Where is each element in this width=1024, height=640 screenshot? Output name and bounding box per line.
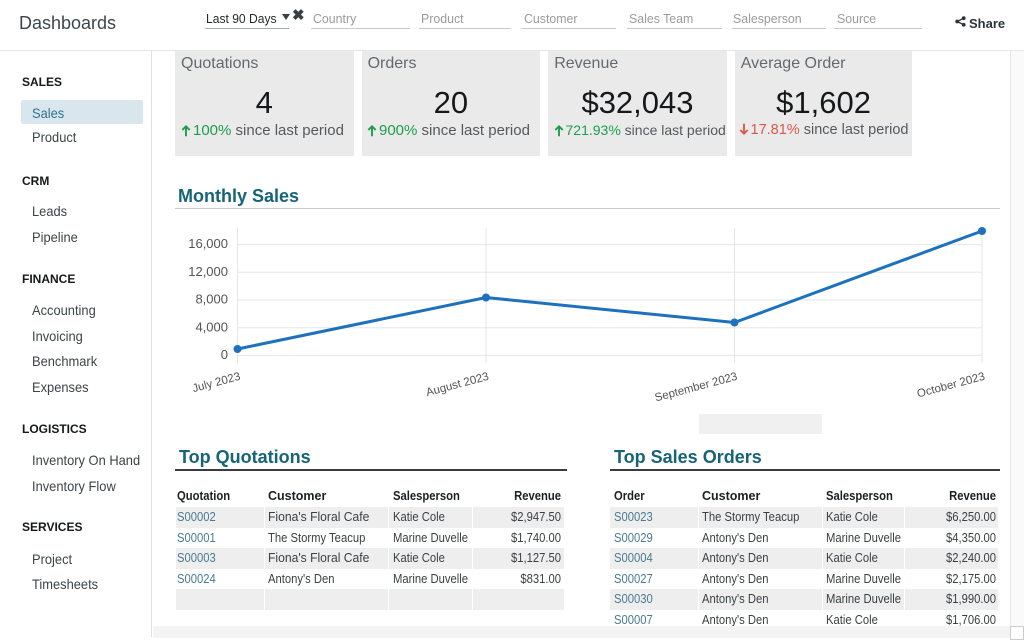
svg-text:0: 0 [221, 347, 228, 362]
svg-text:12,000: 12,000 [188, 264, 228, 279]
svg-text:September 2023: September 2023 [654, 371, 739, 405]
svg-text:July 2023: July 2023 [191, 371, 242, 395]
svg-text:August 2023: August 2023 [425, 371, 490, 399]
svg-text:16,000: 16,000 [188, 236, 228, 251]
svg-text:4,000: 4,000 [195, 319, 228, 334]
svg-text:8,000: 8,000 [195, 292, 228, 307]
svg-text:October 2023: October 2023 [916, 371, 986, 401]
